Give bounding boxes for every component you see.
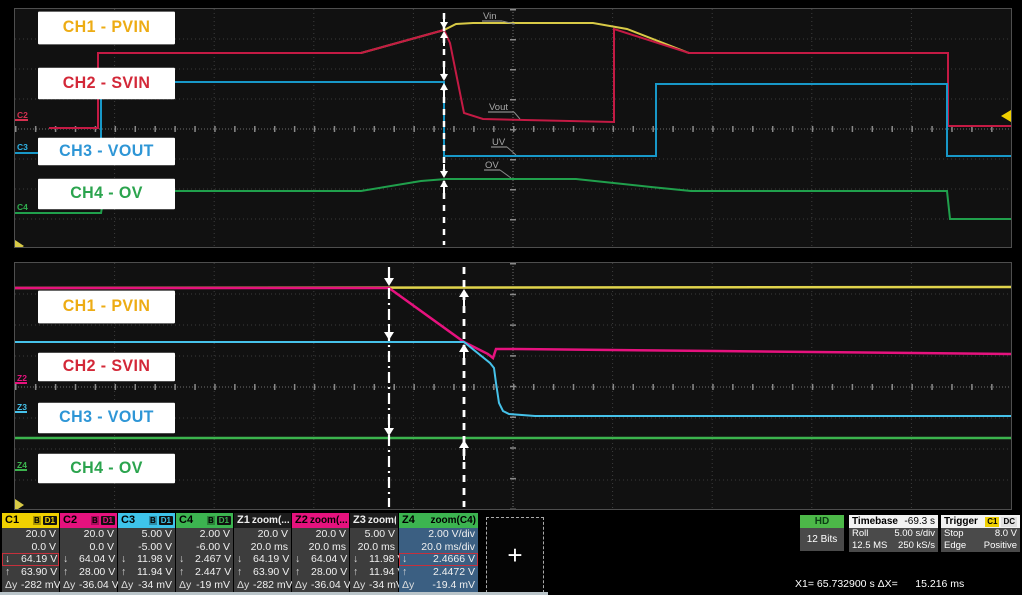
cursor-readout: X1= 65.732900 s ΔX= 15.216 ms X2= 65.748… (795, 556, 964, 595)
badge-d1: D1 (43, 516, 57, 525)
label-ch3-vout: CH3 - VOUT (38, 138, 175, 166)
label-ch2-svin: CH2 - SVIN (38, 353, 175, 382)
delta-y-icon: Δy (179, 579, 195, 592)
down-arrow-icon: ↓ (295, 553, 311, 566)
up-arrow-icon: ↑ (179, 566, 195, 579)
down-arrow-icon: ↓ (402, 553, 418, 566)
trigger-level-marker[interactable] (1001, 110, 1011, 122)
up-arrow-icon: ↑ (5, 566, 21, 579)
up-arrow-icon: ↑ (237, 566, 253, 579)
up-arrow-icon: ↑ (353, 566, 369, 579)
annotation-uv: UV (492, 137, 506, 148)
label-ch3-vout: CH3 - VOUT (38, 403, 175, 434)
up-arrow-icon: ↑ (121, 566, 137, 579)
annotation-ov: OV (485, 160, 499, 171)
marker-z2: Z2 (17, 373, 27, 383)
add-trace-button[interactable]: + (486, 517, 544, 593)
top-waveform-plot: Vin Vout UV OV C2 C3 C4 (15, 9, 1011, 247)
zoom-box-z3[interactable]: Z3zoom(... 5.00 V 20.0 ms ↓11.98 V ↑11.9… (350, 513, 398, 592)
label-ch1-pvin: CH1 - PVIN (38, 12, 175, 45)
trigger-source-badge: C1 (985, 517, 999, 527)
hd-mode-box[interactable]: HD 12 Bits (800, 515, 844, 551)
up-arrow-icon: ↑ (295, 566, 311, 579)
down-arrow-icon: ↓ (5, 553, 21, 566)
down-arrow-icon: ↓ (353, 553, 369, 566)
bits-label: 12 Bits (800, 528, 844, 551)
zoom-waveform-panel[interactable]: Z2 Z3 Z4 CH1 - PVIN CH2 - SVIN CH3 - VOU… (14, 262, 1012, 510)
label-ch4-ov: CH4 - OV (38, 179, 175, 210)
delta-y-icon: Δy (402, 579, 418, 592)
trigger-coupling-badge: DC (1001, 517, 1017, 527)
trace-ch1-pvin (49, 23, 1011, 128)
down-arrow-icon: ↓ (63, 553, 79, 566)
hd-badge: HD (800, 515, 844, 528)
badge-d1: D1 (101, 516, 115, 525)
marker-z3: Z3 (17, 402, 27, 412)
trace-ch2-svin (49, 29, 1011, 128)
delta-y-icon: Δy (63, 579, 79, 592)
annotation-vout: Vout (489, 102, 508, 113)
trigger-time-marker[interactable] (15, 240, 24, 247)
zoom-box-z4-selected[interactable]: Z4zoom(C4) 2.00 V/div 20.0 ms/div ↓2.466… (399, 513, 478, 592)
delta-y-icon: Δy (237, 579, 253, 592)
channel-box-c1[interactable]: C1BD1 20.0 V 0.0 V ↓64.19 V ↑63.90 V Δy-… (2, 513, 59, 592)
zoom-box-z1[interactable]: Z1zoom(... 20.0 V 20.0 ms ↓64.19 V ↑63.9… (234, 513, 291, 592)
badge-b: B (207, 516, 215, 525)
down-arrow-icon: ↓ (237, 553, 253, 566)
marker-c2: C2 (17, 110, 28, 120)
timebase-box[interactable]: Timebase-69.3 s Roll5.00 s/div 12.5 MS25… (849, 515, 938, 552)
badge-b: B (91, 516, 99, 525)
channel-box-c4[interactable]: C4BD1 2.00 V -6.00 V ↓2.467 V ↑2.447 V Δ… (176, 513, 233, 592)
cursor-x1-line[interactable] (384, 267, 394, 507)
marker-c4: C4 (17, 202, 28, 212)
label-ch1-pvin: CH1 - PVIN (38, 291, 175, 324)
channel-box-c3[interactable]: C3BD1 5.00 V -5.00 V ↓11.98 V ↑11.94 V Δ… (118, 513, 175, 592)
delta-y-icon: Δy (353, 579, 369, 592)
oscilloscope-screen: Vin Vout UV OV C2 C3 C4 (0, 0, 1022, 595)
badge-b: B (149, 516, 157, 525)
zoom-box-z2[interactable]: Z2zoom(... 20.0 V 20.0 ms ↓64.04 V ↑28.0… (292, 513, 349, 592)
up-arrow-icon: ↑ (63, 566, 79, 579)
top-waveform-panel[interactable]: Vin Vout UV OV C2 C3 C4 (14, 8, 1012, 248)
badge-d1: D1 (159, 516, 173, 525)
label-ch2-svin: CH2 - SVIN (38, 68, 175, 100)
annotation-vin: Vin (483, 11, 497, 22)
delta-y-icon: Δy (121, 579, 137, 592)
delta-y-icon: Δy (295, 579, 311, 592)
badge-b: B (33, 516, 41, 525)
down-arrow-icon: ↓ (121, 553, 137, 566)
channel-box-c2[interactable]: C2BD1 20.0 V 0.0 V ↓64.04 V ↑28.00 V Δy-… (60, 513, 117, 592)
trigger-box[interactable]: TriggerC1DC Stop8.0 V EdgePositive (941, 515, 1020, 552)
marker-z4: Z4 (17, 460, 27, 470)
cursor-x1-readout: X1= 65.732900 s ΔX= 15.216 ms (795, 579, 964, 591)
badge-d1: D1 (217, 516, 231, 525)
marker-c3: C3 (17, 142, 28, 152)
label-ch4-ov: CH4 - OV (38, 454, 175, 484)
cursor-x2-line[interactable] (459, 267, 469, 507)
delta-y-icon: Δy (5, 579, 21, 592)
up-arrow-icon: ↑ (402, 566, 418, 579)
trigger-time-marker[interactable] (15, 499, 24, 509)
grid-center-axes (15, 9, 1011, 247)
down-arrow-icon: ↓ (179, 553, 195, 566)
